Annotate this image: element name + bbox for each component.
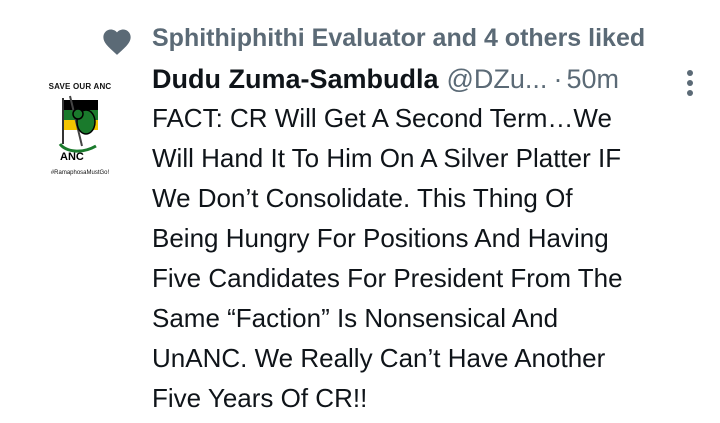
display-name[interactable]: Dudu Zuma-Sambudla <box>152 64 439 94</box>
tweet-text[interactable]: FACT: CR Will Get A Second Term…We Will … <box>152 98 712 418</box>
anc-logo-text: ANC <box>60 151 84 163</box>
liked-by-text[interactable]: Sphithiphithi Evaluator and 4 others lik… <box>152 24 645 53</box>
user-handle[interactable]: @DZu... <box>447 64 548 94</box>
more-vertical-icon[interactable] <box>682 68 698 98</box>
anc-logo-icon: ANC <box>58 95 98 163</box>
avatar-top-text: SAVE OUR ANC <box>48 82 112 91</box>
tweet-time[interactable]: 50m <box>566 64 619 94</box>
avatar-bottom-text: #RamaphosaMustGo! <box>50 170 110 176</box>
timeline-page: Sphithiphithi Evaluator and 4 others lik… <box>0 0 720 423</box>
avatar[interactable]: SAVE OUR ANC ANC #RamaphosaMustGo! <box>20 70 140 190</box>
social-context-row[interactable]: Sphithiphithi Evaluator and 4 others lik… <box>0 18 720 62</box>
header-separator: · <box>553 64 563 94</box>
heart-icon <box>103 29 131 55</box>
